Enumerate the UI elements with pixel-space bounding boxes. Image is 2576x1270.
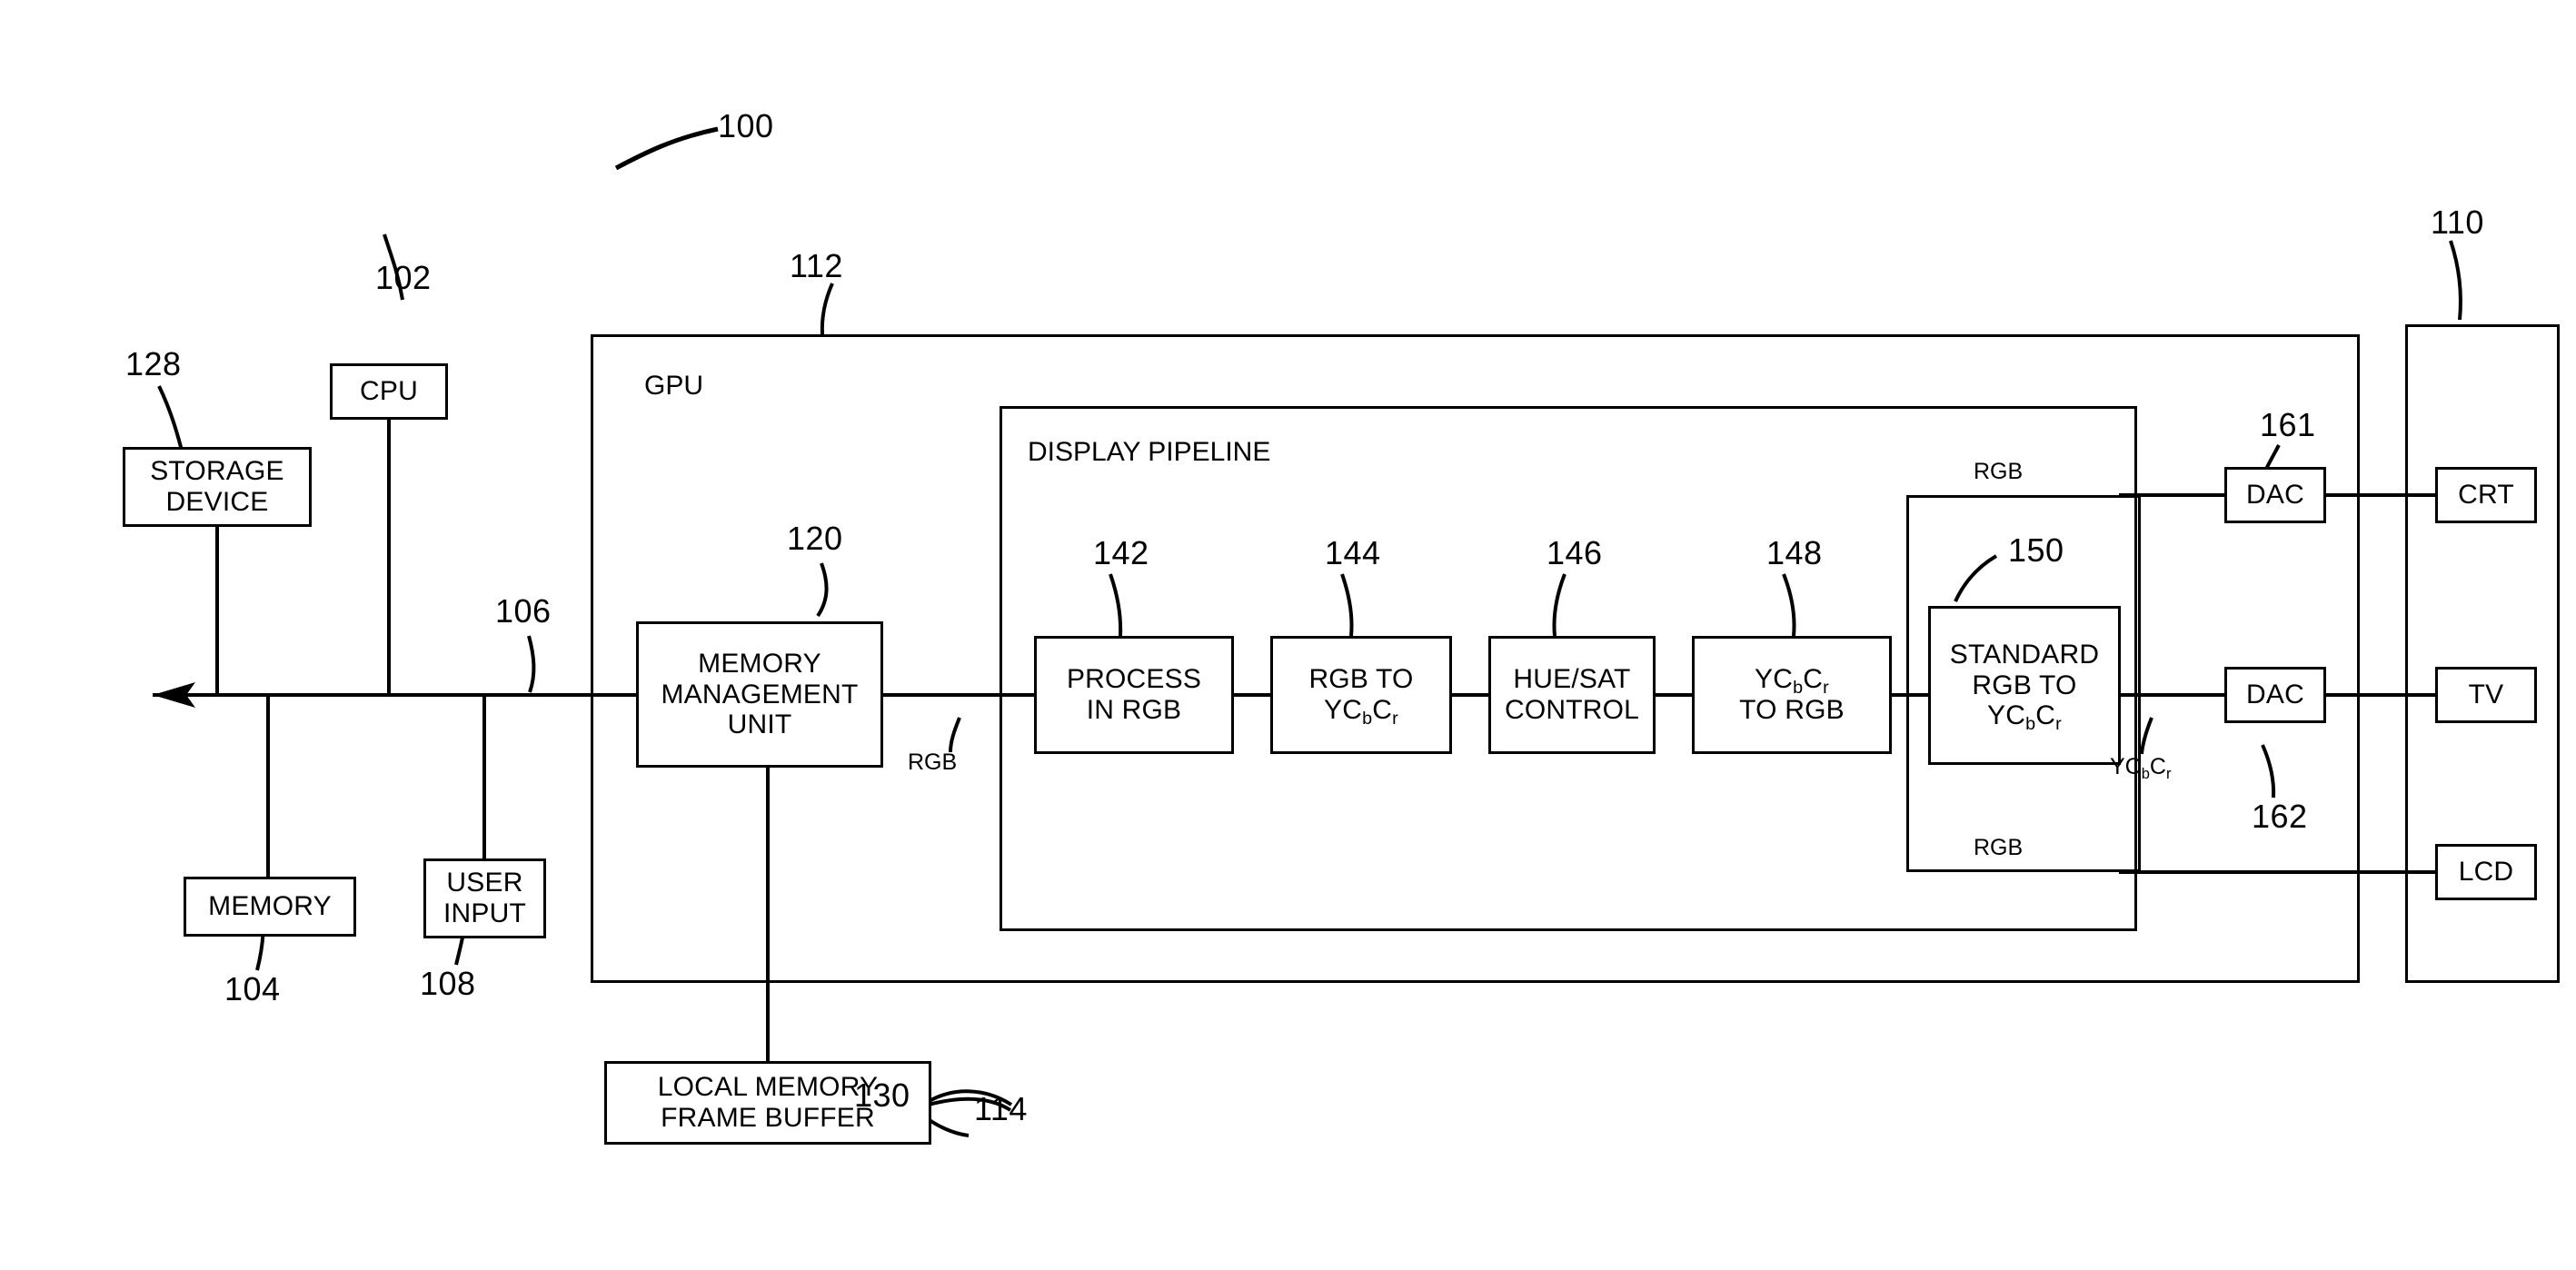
- leader-100: [614, 126, 719, 171]
- signal-label-dac-bottom-input-ycbcr: YCbCr: [2110, 754, 2172, 782]
- ref-150: 150: [2008, 531, 2064, 569]
- ref-128: 128: [125, 345, 182, 382]
- ref-100: 100: [718, 107, 774, 144]
- ref-144: 144: [1325, 534, 1381, 571]
- ycbcr-to-rgb-label-line1: YCbCr: [1755, 664, 1829, 699]
- crt-display-block[interactable]: CRT: [2435, 467, 2537, 523]
- rgb-to-ycbcr-block[interactable]: RGB TO YCbCr: [1270, 636, 1452, 754]
- ref-108: 108: [420, 965, 476, 1002]
- ref-142: 142: [1093, 534, 1149, 571]
- cpu-label: CPU: [360, 376, 418, 407]
- ref-162: 162: [2252, 798, 2308, 835]
- ycbcr-to-rgb-block[interactable]: YCbCr TO RGB: [1692, 636, 1892, 754]
- tv-display-block[interactable]: TV: [2435, 667, 2537, 723]
- standard-rgb-label-line2: RGB TO: [1972, 670, 2077, 700]
- standard-rgb-label-line1: STANDARD: [1949, 640, 2100, 670]
- mmu-label-line1: MEMORY: [698, 649, 821, 680]
- storage-device-label-line2: DEVICE: [165, 487, 269, 517]
- ref-148: 148: [1766, 534, 1823, 571]
- ref-146: 146: [1547, 534, 1603, 571]
- bus-arrowhead: [153, 682, 195, 708]
- process-in-rgb-label-line2: IN RGB: [1086, 695, 1182, 725]
- patent-figure: STORAGE DEVICE CPU MEMORY USER INPUT MEM…: [0, 0, 2576, 1270]
- standard-rgb-label-line3: YCbCr: [1987, 700, 2062, 735]
- dac-bottom-block[interactable]: DAC: [2224, 667, 2326, 723]
- crt-label: CRT: [2458, 480, 2514, 511]
- signal-label-converter-bottom-rgb: RGB: [1974, 835, 2024, 860]
- memory-management-unit-block[interactable]: MEMORY MANAGEMENT UNIT: [636, 621, 883, 768]
- display-pipeline-container-label: DISPLAY PIPELINE: [1028, 437, 1271, 467]
- hue-sat-label-line1: HUE/SAT: [1513, 664, 1631, 695]
- ref-106: 106: [495, 592, 552, 630]
- user-input-label-line2: INPUT: [443, 898, 526, 928]
- mmu-label-line2: MANAGEMENT: [661, 679, 859, 709]
- signal-label-converter-top-rgb: RGB: [1974, 459, 2024, 484]
- lcd-display-block[interactable]: LCD: [2435, 844, 2537, 900]
- memory-block[interactable]: MEMORY: [184, 877, 356, 937]
- signal-label-mmu-out-rgb: RGB: [908, 749, 958, 775]
- rgb-to-ycbcr-label-line1: RGB TO: [1308, 664, 1414, 695]
- ref-120: 120: [787, 520, 843, 557]
- dac-bottom-label: DAC: [2246, 680, 2304, 710]
- ref-161: 161: [2260, 406, 2316, 443]
- rgb-to-ycbcr-label-line2: YCbCr: [1324, 695, 1398, 729]
- leader-110: [2449, 240, 2462, 321]
- lcd-label: LCD: [2458, 857, 2514, 888]
- user-input-block[interactable]: USER INPUT: [423, 858, 546, 938]
- hue-sat-control-block[interactable]: HUE/SAT CONTROL: [1488, 636, 1656, 754]
- tv-label: TV: [2468, 680, 2504, 710]
- gpu-container-label: GPU: [644, 371, 704, 401]
- standard-rgb-to-ycbcr-block[interactable]: STANDARD RGB TO YCbCr: [1928, 606, 2121, 765]
- ref-110: 110: [2431, 203, 2484, 241]
- leader-112: [820, 283, 834, 335]
- dac-top-block[interactable]: DAC: [2224, 467, 2326, 523]
- cpu-block[interactable]: CPU: [330, 363, 448, 420]
- process-in-rgb-label-line1: PROCESS: [1066, 664, 1202, 695]
- ref-102: 102: [375, 259, 432, 296]
- frame-buffer-label-line2: FRAME BUFFER: [661, 1103, 875, 1133]
- storage-device-block[interactable]: STORAGE DEVICE: [123, 447, 312, 527]
- dac-top-label: DAC: [2246, 480, 2304, 511]
- frame-buffer-label-line1: LOCAL MEMORY: [657, 1072, 879, 1103]
- process-in-rgb-block[interactable]: PROCESS IN RGB: [1034, 636, 1234, 754]
- leader-106: [527, 635, 536, 693]
- mmu-label-line3: UNIT: [727, 709, 792, 740]
- storage-device-label-line1: STORAGE: [150, 456, 284, 487]
- ref-114: 114: [974, 1090, 1028, 1127]
- user-input-label-line1: USER: [446, 868, 523, 898]
- hue-sat-label-line2: CONTROL: [1504, 695, 1640, 725]
- ref-130: 130: [854, 1077, 910, 1114]
- ycbcr-to-rgb-label-line2: TO RGB: [1739, 695, 1845, 725]
- ref-104: 104: [224, 970, 281, 1007]
- memory-label: MEMORY: [208, 891, 332, 922]
- ref-112: 112: [790, 247, 843, 284]
